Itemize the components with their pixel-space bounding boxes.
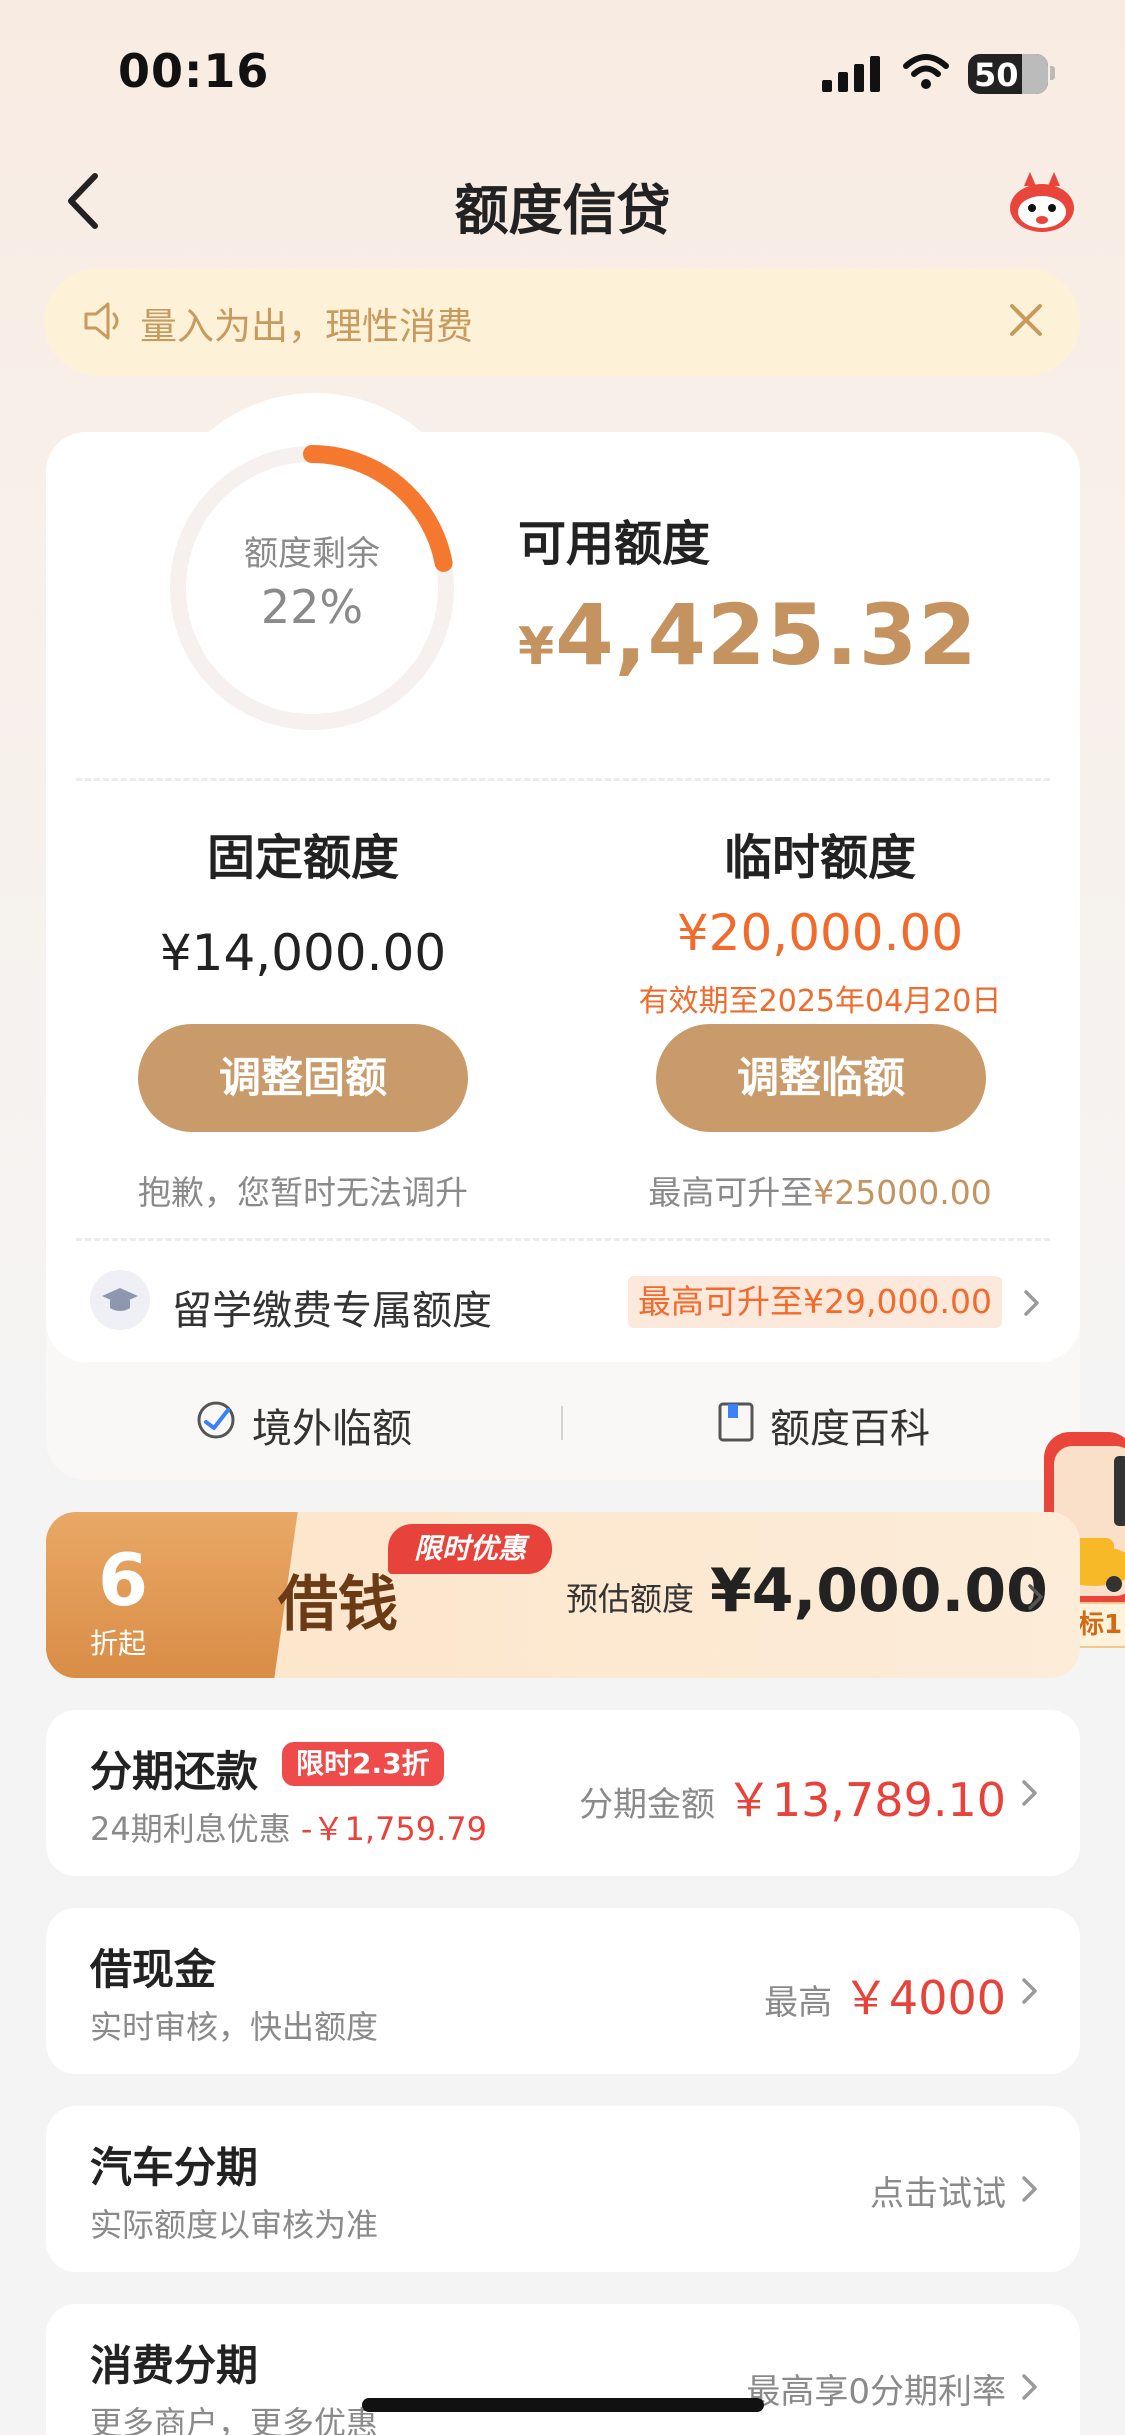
study-quota-label[interactable]: 留学缴费专属额度 <box>172 1278 492 1336</box>
footer-divider <box>561 1406 563 1440</box>
card-title: 消费分期 <box>90 2341 259 2390</box>
temp-note: 最高可升至¥25000.00 <box>600 1166 1040 1214</box>
close-icon[interactable] <box>1004 298 1048 342</box>
cellular-signal-icon <box>822 56 880 92</box>
chevron-right-icon[interactable] <box>1022 1288 1042 1318</box>
home-indicator[interactable] <box>362 2398 764 2412</box>
discount-badge: 限时2.3折 <box>282 1742 444 1786</box>
loan-banner[interactable]: 6 折起 借钱 限时优惠 预估额度 ¥4,000.00 <box>46 1512 1080 1678</box>
cash-loan-card[interactable]: 借现金 实时审核，快出额度 最高 ￥4000 <box>46 1908 1080 2074</box>
graduation-cap-icon <box>90 1270 150 1330</box>
divider <box>76 1238 1050 1241</box>
back-icon[interactable] <box>55 166 115 236</box>
chevron-right-icon[interactable] <box>1020 1778 1040 1808</box>
ring-label: 额度剩余 <box>244 534 380 574</box>
card-subtitle: 实时审核，快出额度 <box>90 2008 379 2046</box>
card-right: 最高 ￥4000 <box>764 1962 1006 2028</box>
temp-note-prefix: 最高可升至 <box>648 1173 814 1212</box>
status-time: 00:16 <box>118 44 270 98</box>
card-subtitle: 24期利息优惠 -￥1,759.79 <box>90 1804 487 1850</box>
card-right: 分期金额 ￥13,789.10 <box>579 1764 1006 1830</box>
notice-text: 量入为出，理性消费 <box>140 305 473 348</box>
globe-icon <box>197 1401 235 1439</box>
card-right-label: 最高享0分期利率 <box>746 2372 1006 2412</box>
page-title: 额度信贷 <box>454 179 671 242</box>
card-subtitle-text: 24期利息优惠 <box>90 1810 291 1848</box>
chevron-right-icon[interactable] <box>1020 1976 1040 2006</box>
installment-repay-card[interactable]: 分期还款 限时2.3折 24期利息优惠 -￥1,759.79 分期金额 ￥13,… <box>46 1710 1080 1876</box>
available-amount: ¥4,425.32 <box>518 586 978 684</box>
loan-title: 借钱 <box>278 1570 398 1640</box>
discount-sub: 折起 <box>90 1627 147 1660</box>
estimate-label: 预估额度 <box>566 1580 695 1618</box>
battery-icon: 50 <box>968 54 1048 94</box>
temp-note-value: ¥25000.00 <box>813 1173 992 1212</box>
overseas-temp-quota-link[interactable]: 境外临额 <box>252 1396 412 1454</box>
available-value: 4,425.32 <box>555 586 978 684</box>
chevron-right-icon[interactable] <box>1020 2372 1040 2402</box>
notice-banner: 量入为出，理性消费 <box>44 268 1080 376</box>
chevron-right-icon[interactable] <box>1020 2174 1040 2204</box>
consumer-installment-card[interactable]: 消费分期 更多商户，更多优惠 最高享0分期利率 <box>46 2304 1080 2435</box>
fixed-title: 固定额度 <box>206 830 399 886</box>
currency-symbol: ¥ <box>518 617 556 677</box>
card-title: 汽车分期 <box>90 2143 259 2192</box>
card-title: 分期还款 <box>90 1747 259 1796</box>
study-quota-tag: 最高可升至¥29,000.00 <box>628 1276 1002 1328</box>
temp-validity: 有效期至2025年04月20日 <box>638 984 1002 1019</box>
adjust-fixed-button[interactable]: 调整固额 <box>138 1024 468 1132</box>
card-subtitle: 实际额度以审核为准 <box>90 2206 379 2244</box>
estimate-amount: ¥4,000.00 <box>710 1556 1048 1626</box>
divider <box>76 778 1050 781</box>
battery-cap <box>1050 66 1055 80</box>
adjust-temp-button[interactable]: 调整临额 <box>656 1024 986 1132</box>
card-right-label: 点击试试 <box>870 2174 1006 2214</box>
car-installment-card[interactable]: 汽车分期 实际额度以审核为准 点击试试 <box>46 2106 1080 2272</box>
fixed-note: 抱歉，您暂时无法调升 <box>138 1173 468 1212</box>
card-right-value: ￥4000 <box>842 1971 1006 2025</box>
card-right-value: ￥13,789.10 <box>725 1773 1006 1827</box>
mascot-icon[interactable] <box>1004 168 1080 236</box>
card-right-label: 最高 <box>764 1983 833 2023</box>
quota-wiki-link[interactable]: 额度百科 <box>770 1396 930 1454</box>
available-label: 可用额度 <box>518 516 711 572</box>
battery-level: 50 <box>974 56 1019 94</box>
wifi-icon <box>903 54 949 89</box>
limited-offer-badge: 限时优惠 <box>388 1524 552 1574</box>
card-right-label: 分期金额 <box>579 1785 716 1825</box>
ring-percent: 22% <box>260 580 364 634</box>
discount-number: 6 <box>98 1538 149 1622</box>
card-title: 借现金 <box>90 1945 217 1994</box>
book-icon <box>718 1402 754 1442</box>
temp-title: 临时额度 <box>723 830 916 886</box>
interest-saving: -￥1,759.79 <box>300 1810 487 1848</box>
card-subtitle: 更多商户，更多优惠 <box>90 2404 379 2435</box>
temp-amount: ¥20,000.00 <box>676 904 964 962</box>
fixed-amount: ¥14,000.00 <box>159 924 447 982</box>
speaker-icon <box>84 302 119 340</box>
chevron-right-icon[interactable] <box>1026 1582 1046 1612</box>
